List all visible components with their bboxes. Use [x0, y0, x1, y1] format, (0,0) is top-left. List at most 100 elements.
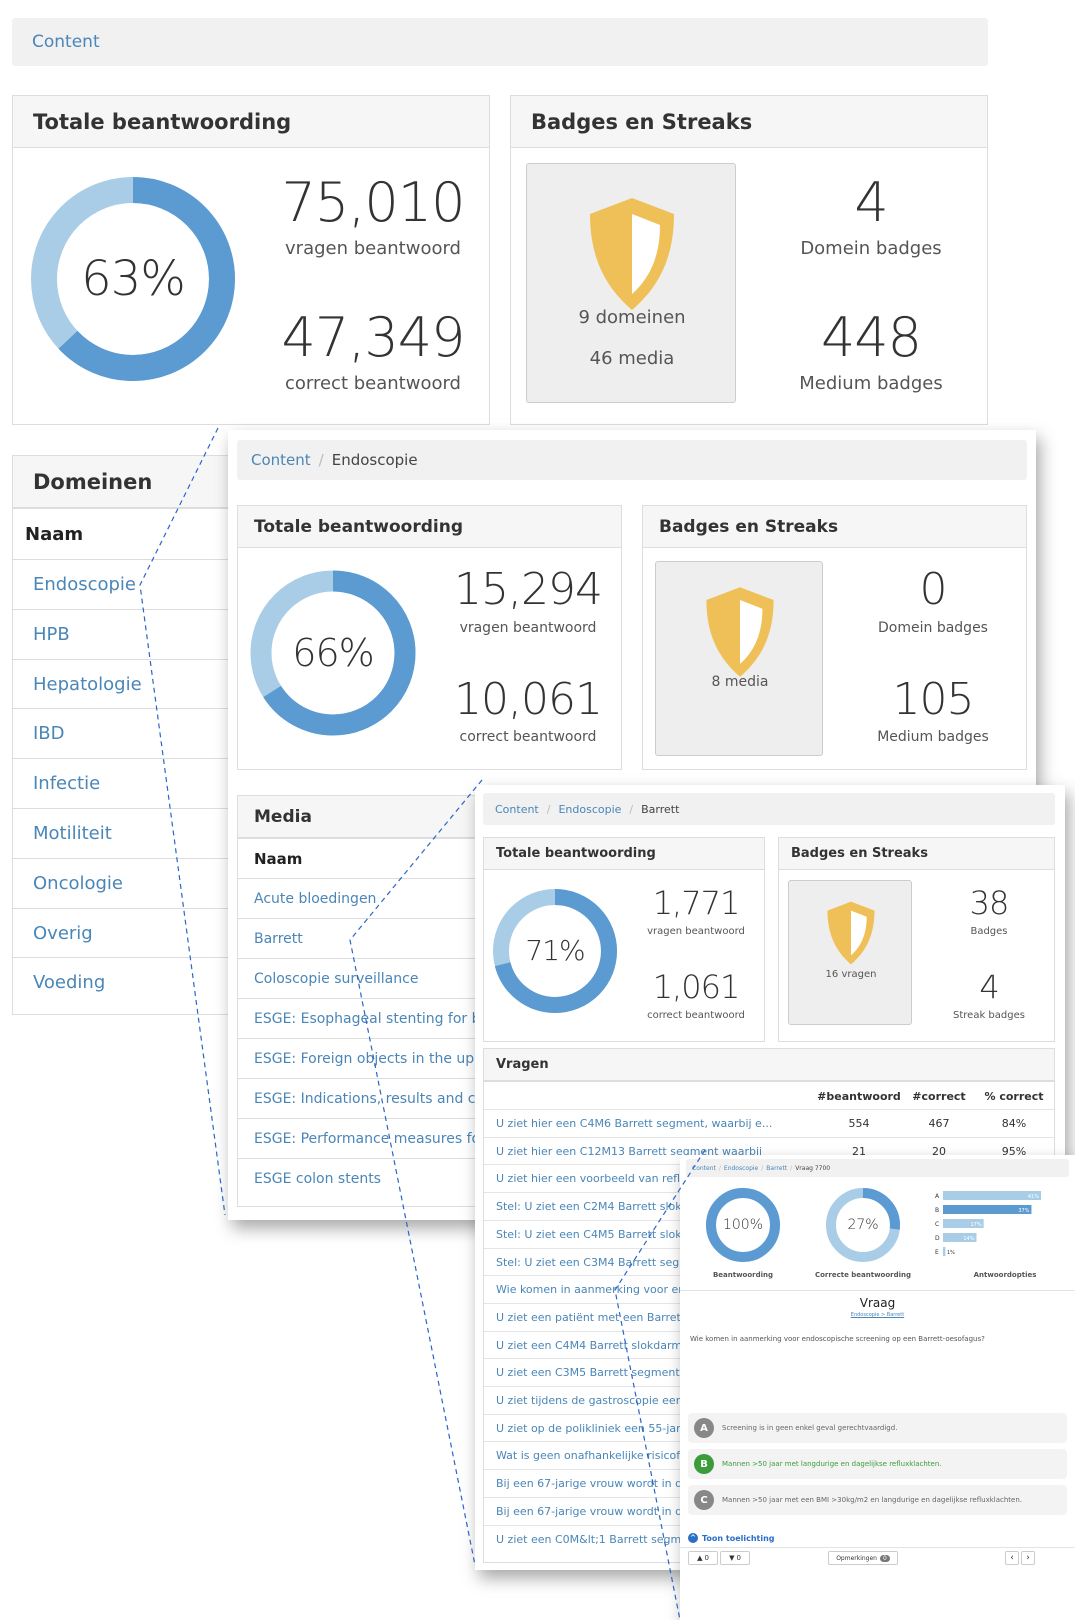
domain-badges-count: 4 [854, 171, 888, 234]
answered-label: vragen beantwoord [285, 238, 461, 259]
badges-card: Badges en Streaks 8 media 0 Domein badge… [642, 505, 1027, 770]
medium-badges-label: Medium badges [877, 729, 989, 745]
option-bar [943, 1247, 946, 1256]
medium-badges-count: 448 [820, 306, 922, 369]
answer-option[interactable]: C Mannen >50 jaar met een BMI >30kg/m2 en… [688, 1485, 1067, 1515]
breadcrumb-content[interactable]: Content [692, 1165, 716, 1172]
medium-badges-count: 105 [892, 674, 975, 725]
badge-box: 16 vragen [788, 880, 912, 1025]
like-count: 0 [704, 1554, 709, 1562]
option-letter: C [935, 1221, 939, 1228]
dislike-button[interactable]: ▼ 0 [720, 1551, 750, 1565]
like-button[interactable]: ▲ 0 [688, 1551, 718, 1565]
shield-icon [706, 587, 774, 677]
question-text[interactable]: U ziet hier een C4M6 Barrett segment, wa… [496, 1117, 816, 1130]
correct-donut-percent: 27% [847, 1217, 879, 1233]
breadcrumb-content[interactable]: Content [32, 32, 100, 52]
option-letter: D [935, 1235, 940, 1242]
question-heading: Vraag [859, 1296, 896, 1310]
comments-label: Opmerkingen [836, 1554, 877, 1562]
domain-item[interactable]: Motiliteit [13, 808, 236, 858]
domains-card-title: Domeinen [13, 456, 236, 508]
option-value-label: 17% [971, 1222, 982, 1228]
answer-option[interactable]: B Mannen >50 jaar met langdurige en dagel… [688, 1449, 1067, 1479]
shield-icon [827, 901, 875, 965]
prev-button[interactable]: ‹ [1005, 1551, 1019, 1565]
domain-item[interactable]: Infectie [13, 758, 236, 808]
toggle-explanation-label: Toon toelichting [702, 1533, 775, 1543]
cell-a: 554 [848, 1117, 870, 1130]
option-letter: A [935, 1193, 940, 1200]
domain-badges-label: Domein badges [800, 238, 942, 259]
breadcrumb: Content [12, 18, 988, 66]
question-row[interactable]: U ziet hier een C4M6 Barrett segment, wa… [484, 1109, 1054, 1137]
answer-option[interactable]: A Screening is in geen enkel geval gerech… [688, 1413, 1067, 1443]
answered-label: vragen beantwoord [459, 620, 597, 636]
badges-count: 38 [969, 884, 1010, 922]
cell-c: 467 [928, 1117, 950, 1130]
option-value-label: 37% [1018, 1208, 1029, 1214]
medium-badges-label: Medium badges [799, 373, 943, 394]
toggle-explanation[interactable]: ^ Toon toelichting [688, 1533, 775, 1543]
correct-label: correct beantwoord [459, 729, 597, 745]
domain-badges-count: 0 [919, 564, 948, 615]
breadcrumb-content[interactable]: Content [251, 451, 311, 469]
option-bar [943, 1191, 1041, 1200]
answer-letter: C [694, 1490, 714, 1510]
chevron-up-icon: ^ [688, 1533, 698, 1543]
streak-badges-label: Streak badges [953, 1010, 1025, 1021]
col-answered[interactable]: #beantwoord [814, 1090, 904, 1103]
col-correct[interactable]: #correct [904, 1090, 974, 1103]
breadcrumb: Content / Endoscopie / Barrett [483, 793, 1055, 825]
breadcrumb-barrett[interactable]: Barrett [766, 1165, 787, 1172]
answer-text: Mannen >50 jaar met langdurige en dageli… [722, 1460, 942, 1468]
correct-count: 10,061 [454, 674, 603, 725]
domain-item[interactable]: Oncologie [13, 857, 236, 908]
thumbs-down-icon: ▼ [729, 1554, 735, 1562]
badge-line1: 8 media [711, 674, 769, 690]
thumbs-up-icon: ▲ [697, 1554, 703, 1562]
comments-button[interactable]: Opmerkingen 0 [828, 1551, 898, 1565]
badge-line2: 46 media [589, 348, 675, 369]
questions-header-row: #beantwoord #correct % correct [484, 1081, 1054, 1109]
question-subheading[interactable]: Endoscopie > Barrett [680, 1312, 1075, 1318]
question-text: Wie komen in aanmerking voor endoscopisc… [690, 1335, 985, 1343]
totals-card-title: Totale beantwoording [13, 96, 489, 148]
option-letter: E [935, 1249, 939, 1256]
totals-card: Totale beantwoording 71% 1,771 vragen be… [483, 837, 765, 1042]
badges-card-title: Badges en Streaks [643, 506, 1026, 548]
answer-text: Mannen >50 jaar met een BMI >30kg/m2 en … [722, 1496, 1023, 1504]
correct-count: 47,349 [281, 306, 466, 369]
comments-count: 0 [879, 1554, 890, 1562]
domain-item[interactable]: IBD [13, 708, 236, 758]
badge-line1: 16 vragen [825, 969, 877, 980]
domain-badges-label: Domein badges [878, 620, 988, 636]
option-value-label: 14% [963, 1236, 974, 1242]
breadcrumb-endoscopie: Endoscopie [331, 451, 418, 469]
answer-letter: B [694, 1454, 714, 1474]
option-value-label: 1% [947, 1250, 955, 1256]
panel-question-detail: Content / Endoscopie / Barrett / Vraag 7… [680, 1155, 1075, 1620]
donut-percent: 66% [292, 631, 374, 675]
domains-card: Domeinen Naam Endoscopie HPB Hepatologie IB… [12, 455, 237, 1015]
badges-card: Badges en Streaks 16 vragen 38 Badges 4 … [778, 837, 1055, 1042]
answered-label: vragen beantwoord [647, 926, 745, 937]
breadcrumb-endoscopie[interactable]: Endoscopie [558, 803, 621, 816]
domain-item[interactable]: HPB [13, 608, 236, 659]
correct-label: correct beantwoord [284, 373, 461, 394]
breadcrumb-endoscopie[interactable]: Endoscopie [724, 1165, 758, 1172]
breadcrumb: Content / Endoscopie [237, 440, 1027, 480]
answered-donut-label: Beantwoording [712, 1271, 774, 1279]
breadcrumb-content[interactable]: Content [495, 803, 539, 816]
answered-count: 1,771 [652, 884, 741, 922]
next-button[interactable]: › [1021, 1551, 1035, 1565]
breadcrumb-barrett: Barrett [641, 802, 680, 816]
donut-percent: 63% [81, 251, 186, 307]
col-percent[interactable]: % correct [974, 1090, 1054, 1103]
domain-item[interactable]: Hepatologie [13, 658, 236, 709]
breadcrumb-question: Vraag 7700 [795, 1164, 831, 1172]
domain-item[interactable]: Endoscopie [13, 559, 236, 609]
option-value-label: 41% [1028, 1194, 1039, 1200]
domain-item[interactable]: Overig [13, 907, 236, 958]
domain-item[interactable]: Voeding [13, 957, 236, 1007]
